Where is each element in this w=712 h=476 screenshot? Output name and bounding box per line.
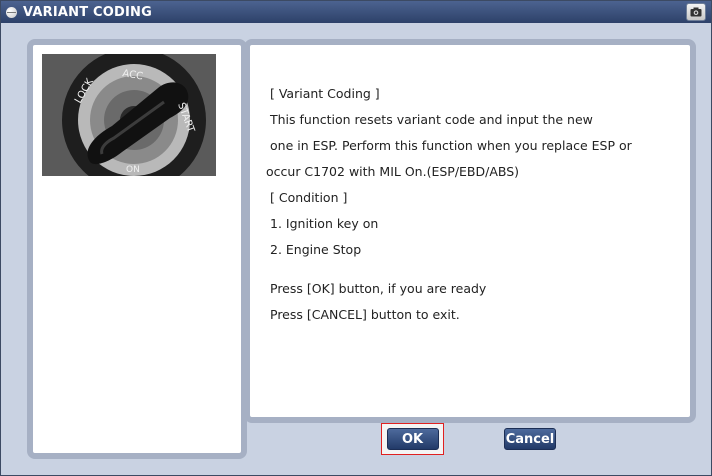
condition-1: 1. Ignition key on xyxy=(270,216,379,231)
title-bar: VARIANT CODING xyxy=(1,1,711,23)
prompt-cancel: Press [CANCEL] button to exit. xyxy=(270,307,460,322)
instruction-text: [ Variant Coding ] This function resets … xyxy=(266,81,676,328)
prompt-ok: Press [OK] button, if you are ready xyxy=(270,281,487,296)
description-line-2: one in ESP. Perform this function when y… xyxy=(270,138,632,153)
cancel-button[interactable]: Cancel xyxy=(504,428,556,450)
hardware-icon xyxy=(6,6,17,18)
camera-icon[interactable] xyxy=(686,3,706,21)
instruction-panel: [ Variant Coding ] This function resets … xyxy=(244,39,696,423)
dialog-title: VARIANT CODING xyxy=(23,4,152,20)
ok-button[interactable]: OK xyxy=(386,428,439,450)
description-line-1: This function resets variant code and in… xyxy=(270,112,593,127)
ok-button-focus: OK xyxy=(381,423,444,455)
description-line-3: occur C1702 with MIL On.(ESP/EBD/ABS) xyxy=(266,164,520,179)
left-image-panel: LOCK ACC START ON xyxy=(27,39,247,459)
heading-condition: [ Condition ] xyxy=(270,190,348,205)
on-label: ON xyxy=(126,165,140,175)
heading-variant-coding: [ Variant Coding ] xyxy=(270,86,380,101)
variant-coding-dialog: VARIANT CODING LOCK ACC START ON [Varia… xyxy=(0,0,712,476)
condition-2: 2. Engine Stop xyxy=(270,242,362,257)
ignition-key-photo: LOCK ACC START ON xyxy=(42,54,216,176)
